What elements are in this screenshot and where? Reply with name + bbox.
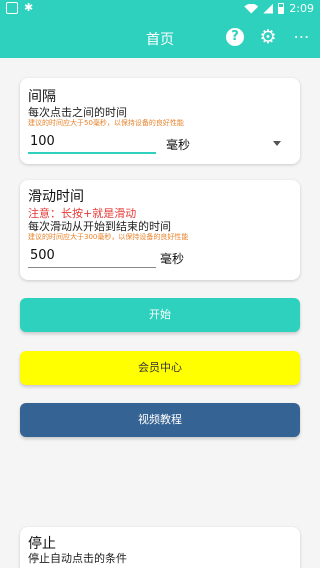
status-time: 2:09 (289, 2, 314, 15)
swipe-hint: 建议的时间应大于300毫秒，以保持设备的良好性能 (28, 233, 189, 241)
app-notification-icon (6, 2, 18, 14)
vip-center-button[interactable]: 会员中心 (20, 351, 300, 385)
stop-desc: 停止自动点击的条件 (28, 552, 127, 565)
interval-input[interactable]: 100 (28, 134, 156, 154)
interval-title: 间隔 (28, 89, 56, 105)
chevron-down-icon[interactable] (273, 141, 281, 146)
video-tutorial-button[interactable]: 视频教程 (20, 403, 300, 437)
bug-icon: ✱ (24, 1, 34, 14)
swipe-title: 滑动时间 (28, 189, 84, 205)
swipe-unit: 毫秒 (160, 252, 185, 266)
battery-icon (278, 3, 285, 14)
help-icon[interactable]: ? (226, 28, 244, 46)
wifi-icon (244, 3, 259, 14)
interval-unit-select[interactable]: 毫秒 (166, 136, 190, 153)
more-icon[interactable]: ⋯ (292, 27, 310, 47)
signal-icon (263, 3, 274, 14)
stop-card: 停止 停止自动点击的条件 (20, 527, 300, 568)
gear-icon[interactable]: ⚙ (258, 27, 278, 47)
start-button[interactable]: 开始 (20, 298, 300, 332)
interval-card: 间隔 每次点击之间的时间 建议的时间应大于50毫秒，以保持设备的良好性能 100… (20, 78, 300, 164)
swipe-card: 滑动时间 注意：长按+就是滑动 每次滑动从开始到结束的时间 建议的时间应大于30… (20, 180, 300, 280)
status-bar: ✱ 2:09 (0, 0, 320, 18)
interval-hint: 建议的时间应大于50毫秒，以保持设备的良好性能 (28, 119, 184, 127)
app-bar: 首页 ? ⚙ ⋯ (0, 18, 320, 58)
swipe-input[interactable]: 500 (28, 248, 156, 268)
